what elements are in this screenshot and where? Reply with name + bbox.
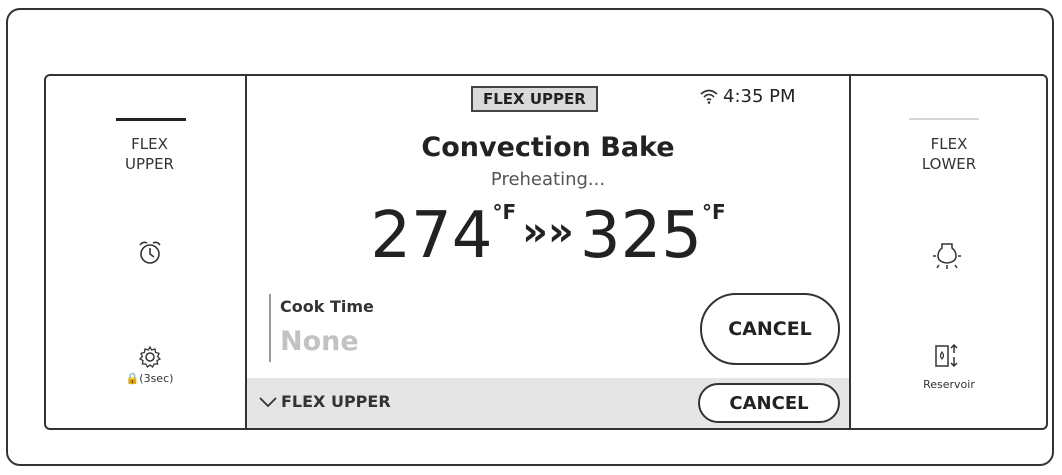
cancel-button[interactable]: CANCEL (700, 293, 840, 365)
temperature-readout: 274°F »»325°F (247, 200, 849, 272)
bottom-zone-label: FLEX UPPER (281, 392, 391, 411)
control-panel: FLEX UPPER 🔒(3sec) FLEX UPPER 4:35 PM Co… (44, 74, 1048, 430)
reservoir-label: Reservoir (923, 378, 975, 391)
cook-time-value[interactable]: None (280, 326, 359, 357)
current-temperature: 274 (370, 199, 493, 273)
flex-lower-label-line2: LOWER (921, 155, 977, 173)
oven-light-icon[interactable] (932, 240, 962, 274)
gear-icon-svg (138, 345, 162, 368)
oven-light-icon-svg (933, 243, 961, 269)
clock-time: 4:35 PM (723, 86, 796, 107)
zone-bottom-bar: FLEX UPPER CANCEL (247, 378, 849, 428)
target-temperature[interactable]: 325 (580, 199, 702, 273)
cooking-mode-title: Convection Bake (421, 132, 675, 163)
reservoir-icon[interactable] (934, 343, 964, 373)
reservoir-icon-svg (935, 343, 958, 368)
left-column: FLEX UPPER 🔒(3sec) (46, 76, 245, 428)
zone-tab: FLEX UPPER (471, 86, 598, 112)
cook-time-divider (269, 294, 271, 362)
alarm-clock-icon-svg (139, 241, 161, 264)
flex-lower-label-line1: FLEX (930, 135, 968, 153)
oven-control-frame: FLEX UPPER 🔒(3sec) FLEX UPPER 4:35 PM Co… (6, 8, 1054, 466)
current-temp-unit: °F (492, 200, 517, 224)
wifi-icon (699, 88, 719, 108)
lock-3sec-label: 🔒(3sec) (125, 372, 174, 385)
gear-icon[interactable] (138, 345, 162, 373)
target-temp-unit: °F (702, 200, 726, 224)
flex-upper-active-indicator (116, 118, 186, 121)
bottom-cancel-button[interactable]: CANCEL (698, 383, 840, 423)
chevron-down-icon (259, 396, 277, 407)
flex-upper-zone-selector[interactable]: FLEX UPPER (259, 392, 391, 411)
cook-time-title: Cook Time (280, 297, 374, 316)
center-display: FLEX UPPER 4:35 PM Convection Bake Prehe… (245, 74, 851, 430)
flex-upper-label-line2: UPPER (125, 155, 174, 173)
alarm-clock-icon[interactable] (137, 239, 163, 271)
right-column: FLEX LOWER Reservoir (851, 76, 1047, 428)
preheat-arrows: »» (522, 209, 574, 255)
flex-lower-zone-button[interactable]: FLEX LOWER (851, 132, 1047, 180)
flex-upper-label-line1: FLEX (131, 135, 168, 153)
flex-lower-indicator (909, 118, 979, 120)
flex-upper-zone-button[interactable]: FLEX UPPER (46, 132, 245, 180)
preheating-status: Preheating... (490, 169, 606, 190)
wifi-icon-svg (700, 89, 718, 104)
